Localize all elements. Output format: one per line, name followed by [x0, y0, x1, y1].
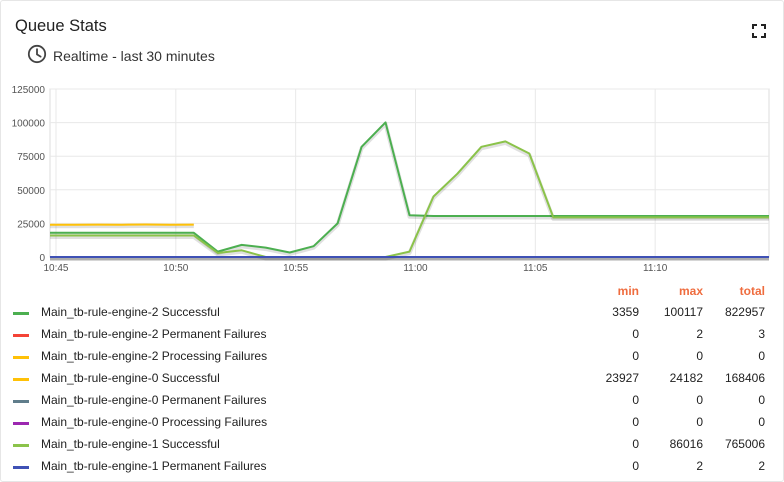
legend-swatch: [13, 334, 29, 337]
y-tick-label: 50000: [17, 186, 45, 197]
queue-stats-line-chart: 025000500007500010000012500010:45 10:50 10…: [12, 85, 770, 271]
legend-total: 2: [758, 459, 765, 473]
x-tick-label: 11:00: [403, 263, 428, 271]
legend-total: 0: [758, 393, 765, 407]
legend-swatch: [13, 312, 29, 315]
y-tick-label: 100000: [12, 119, 46, 130]
legend-row[interactable]: Main_tb-rule-engine-0 Processing Failure…: [1, 412, 783, 434]
widget-title: Queue Stats: [15, 17, 107, 35]
legend-label: Main_tb-rule-engine-0 Successful: [41, 371, 220, 385]
legend-total: 0: [758, 349, 765, 363]
legend-row[interactable]: Main_tb-rule-engine-1 Permanent Failures…: [1, 456, 783, 478]
legend-swatch: [13, 444, 29, 447]
x-tick-label: 10:45: [43, 263, 68, 271]
x-tick-label: 11:10: [643, 263, 668, 271]
legend-swatch: [13, 466, 29, 469]
legend-total: 3: [758, 327, 765, 341]
legend-row[interactable]: Main_tb-rule-engine-1 Successful 0 86016…: [1, 434, 783, 456]
series-line-shadow: [50, 121, 769, 256]
legend-total: 0: [758, 415, 765, 429]
legend-swatch: [13, 356, 29, 359]
fullscreen-icon[interactable]: [751, 23, 767, 39]
x-tick-label: 10:55: [283, 263, 308, 271]
clock-icon: [27, 44, 47, 67]
legend-total: 765006: [724, 437, 765, 451]
y-tick-label: 125000: [12, 85, 46, 96]
legend-row[interactable]: Main_tb-rule-engine-0 Successful 23927 2…: [1, 368, 783, 390]
y-tick-label: 75000: [17, 152, 45, 163]
series-line: [50, 140, 769, 258]
x-tick-label: 10:50: [163, 263, 188, 271]
queue-stats-card: Queue Stats Realtime - last 30 minutes 0…: [0, 0, 784, 482]
legend-swatch: [13, 378, 29, 381]
legend-label: Main_tb-rule-engine-0 Processing Failure…: [41, 415, 268, 429]
legend-total: 168406: [724, 371, 765, 385]
legend-label: Main_tb-rule-engine-1 Successful: [41, 437, 220, 451]
legend-label: Main_tb-rule-engine-0 Permanent Failures: [41, 393, 267, 407]
legend-row[interactable]: Main_tb-rule-engine-0 Permanent Failures…: [1, 390, 783, 412]
series-line-shadow: [50, 140, 769, 261]
legend-label: Main_tb-rule-engine-1 Permanent Failures: [41, 459, 267, 473]
legend-row[interactable]: Main_tb-rule-engine-2 Permanent Failures…: [1, 324, 783, 346]
y-tick-label: 25000: [17, 219, 45, 230]
x-tick-label: 11:05: [523, 263, 548, 271]
legend-total: 822957: [724, 305, 765, 319]
legend-header-total: total: [739, 284, 765, 298]
timewindow-subtitle[interactable]: Realtime - last 30 minutes: [27, 44, 215, 67]
series-line: [50, 121, 769, 254]
legend-row[interactable]: Main_tb-rule-engine-2 Processing Failure…: [1, 346, 783, 368]
legend-label: Main_tb-rule-engine-2 Successful: [41, 305, 220, 319]
legend-row[interactable]: Main_tb-rule-engine-2 Successful 3359 10…: [1, 302, 783, 324]
legend-swatch: [13, 400, 29, 403]
timewindow-label: Realtime - last 30 minutes: [53, 47, 215, 64]
legend-swatch: [13, 422, 29, 425]
legend-label: Main_tb-rule-engine-2 Permanent Failures: [41, 327, 267, 341]
legend-label: Main_tb-rule-engine-2 Processing Failure…: [41, 349, 268, 363]
